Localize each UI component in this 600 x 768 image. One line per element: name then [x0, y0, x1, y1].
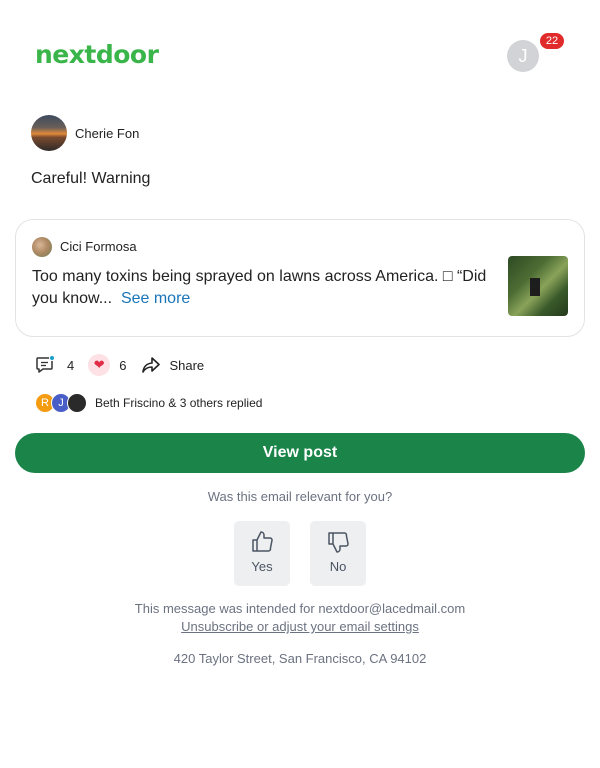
share-icon: [141, 355, 161, 375]
author-name[interactable]: Cherie Fon: [75, 126, 139, 141]
replies-text: Beth Friscino & 3 others replied: [95, 396, 263, 410]
unsubscribe-link[interactable]: Unsubscribe or adjust your email setting…: [181, 619, 419, 634]
notification-badge: 22: [540, 33, 564, 49]
comment-count: 4: [67, 357, 75, 373]
reaction-count: 6: [119, 357, 127, 373]
shared-author-name: Cici Formosa: [60, 239, 137, 254]
mailing-address: 420 Taylor Street, San Francisco, CA 941…: [173, 651, 427, 666]
thumbs-up-icon: [249, 529, 275, 555]
feedback-question: Was this email relevant for you?: [207, 489, 393, 504]
comment-icon: [35, 355, 55, 375]
replies-summary[interactable]: R J Beth Friscino & 3 others replied: [35, 393, 262, 413]
post-actions: 4 ❤ 6 Share: [35, 354, 204, 376]
feedback-no-button[interactable]: No: [310, 521, 366, 586]
heart-icon: ❤: [88, 354, 111, 376]
nextdoor-logo[interactable]: nextdoor: [35, 40, 159, 69]
author-avatar[interactable]: [31, 115, 67, 151]
intended-recipient: This message was intended for nextdoor@l…: [134, 601, 466, 616]
shared-post-text: Too many toxins being sprayed on lawns a…: [32, 266, 502, 310]
user-avatar[interactable]: J: [507, 40, 539, 72]
shared-post-thumbnail[interactable]: [508, 256, 568, 316]
post-text: Careful! Warning: [31, 170, 151, 187]
share-label: Share: [169, 357, 205, 373]
unsubscribe-row: Unsubscribe or adjust your email setting…: [0, 619, 600, 634]
reaction-action[interactable]: ❤ 6: [88, 354, 126, 376]
shared-post-body: Too many toxins being sprayed on lawns a…: [32, 268, 487, 307]
comment-action[interactable]: 4: [35, 355, 74, 375]
feedback-no-label: No: [329, 559, 347, 574]
feedback-yes-label: Yes: [251, 559, 273, 574]
reply-avatar: [67, 393, 87, 413]
share-action[interactable]: Share: [141, 355, 204, 375]
feedback-yes-button[interactable]: Yes: [234, 521, 290, 586]
shared-author-avatar: [32, 237, 52, 257]
see-more-link[interactable]: See more: [121, 290, 190, 307]
thumbs-down-icon: [325, 529, 351, 555]
view-post-button[interactable]: View post: [15, 433, 585, 473]
